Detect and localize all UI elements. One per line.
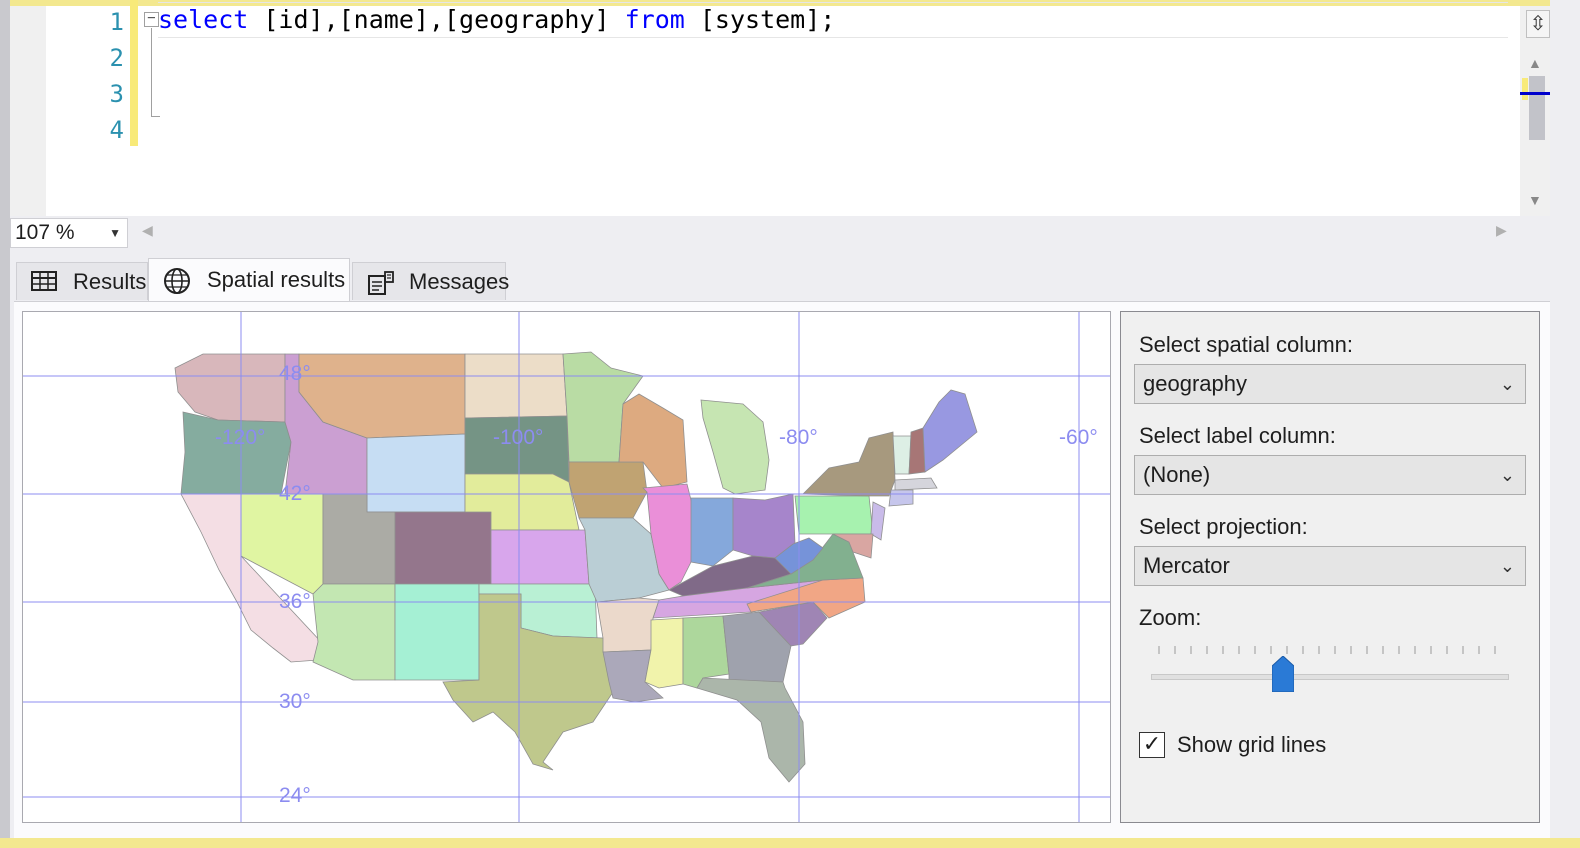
change-marker	[1522, 78, 1528, 100]
state-ohio[interactable]	[732, 493, 796, 559]
column-list: [id],[name],[geography]	[248, 5, 625, 34]
tab-spatial-results[interactable]: Spatial results	[148, 258, 350, 302]
state-new-hampshire[interactable]	[908, 427, 926, 475]
zoom-slider-thumb[interactable]	[1271, 656, 1294, 692]
tab-messages[interactable]: Messages	[352, 262, 510, 301]
dropdown-caret-icon: ▼	[109, 226, 121, 240]
lon-label: -100°	[493, 426, 544, 449]
status-strip	[0, 838, 1580, 848]
state-indiana[interactable]	[690, 497, 734, 567]
show-grid-lines-label[interactable]: Show grid lines	[1177, 732, 1326, 758]
state-michigan[interactable]	[700, 399, 770, 495]
lon-label: -80°	[779, 426, 818, 449]
right-margin	[1550, 0, 1580, 848]
states-layer	[174, 351, 978, 783]
state-massachusetts[interactable]	[894, 477, 938, 491]
lat-label: 30°	[279, 690, 311, 713]
change-indicator-bar	[130, 0, 138, 146]
state-oregon[interactable]	[180, 411, 292, 495]
code-line-1[interactable]: select [id],[name],[geography] from [sys…	[158, 2, 1508, 38]
state-alabama[interactable]	[682, 615, 730, 689]
scroll-left-icon[interactable]: ◀	[142, 222, 153, 239]
show-grid-lines-checkbox[interactable]: ✓	[1139, 732, 1165, 758]
label-column-label: Select label column:	[1139, 423, 1336, 448]
lat-label: 48°	[279, 362, 311, 385]
table-grid-icon	[31, 270, 57, 297]
state-arizona[interactable]	[312, 583, 396, 681]
lon-label: -120°	[215, 426, 266, 449]
state-new-mexico[interactable]	[394, 583, 480, 681]
label-column-select[interactable]: (None) ⌄	[1134, 455, 1526, 495]
zoom-label: Zoom:	[1139, 605, 1202, 630]
zoom-slider-track[interactable]	[1151, 674, 1509, 680]
collapse-icon[interactable]: −	[144, 11, 159, 27]
keyword-from: from	[624, 5, 685, 34]
messages-icon	[367, 270, 395, 301]
state-iowa[interactable]	[568, 461, 648, 519]
spatial-column-label: Select spatial column:	[1139, 332, 1353, 357]
lat-label: 24°	[279, 784, 311, 807]
editor-gutter	[10, 6, 46, 216]
state-maine[interactable]	[922, 389, 978, 473]
tab-results[interactable]: Results	[16, 262, 148, 300]
state-arkansas[interactable]	[596, 597, 660, 653]
keyword-select: select	[158, 5, 249, 34]
zoom-slider-ticks	[1158, 646, 1496, 654]
map-canvas[interactable]	[23, 312, 1110, 822]
spatial-map[interactable]: -120° -100° -80° -60° 48° 42° 36° 30° 24…	[22, 311, 1111, 823]
label-column-value: (None)	[1143, 462, 1211, 487]
line-number: 4	[109, 116, 124, 144]
lon-label: -60°	[1059, 426, 1098, 449]
lat-label: 36°	[279, 590, 311, 613]
spatial-column-select[interactable]: geography ⌄	[1134, 364, 1526, 404]
projection-select[interactable]: Mercator ⌄	[1134, 546, 1526, 586]
spatial-column-value: geography	[1143, 371, 1247, 396]
scroll-thumb[interactable]	[1529, 76, 1545, 140]
state-vermont[interactable]	[892, 435, 912, 475]
splitter-icon[interactable]: ⇳	[1526, 10, 1550, 38]
chevron-down-icon: ⌄	[1499, 556, 1515, 576]
tab-messages-label: Messages	[409, 269, 510, 294]
state-pennsylvania[interactable]	[794, 495, 874, 535]
spatial-options-panel: Select spatial column: geography ⌄ Selec…	[1120, 311, 1540, 823]
tab-spatial-label: Spatial results	[207, 267, 346, 292]
lat-label: 42°	[279, 482, 311, 505]
line-number: 1	[109, 8, 124, 36]
state-wyoming[interactable]	[366, 433, 466, 513]
line-number: 2	[109, 44, 124, 72]
line-number: 3	[109, 80, 124, 108]
state-kansas[interactable]	[490, 529, 590, 585]
chevron-down-icon: ⌄	[1499, 465, 1515, 485]
scroll-right-icon[interactable]: ▶	[1496, 222, 1507, 239]
state-washington[interactable]	[174, 353, 286, 423]
state-colorado[interactable]	[394, 511, 492, 585]
left-margin	[0, 0, 10, 848]
caret-position-marker	[1520, 92, 1550, 95]
projection-value: Mercator	[1143, 553, 1230, 578]
state-north-dakota[interactable]	[464, 353, 568, 419]
zoom-value: 107 %	[15, 221, 75, 244]
tab-results-label: Results	[73, 269, 147, 294]
outline-bracket	[151, 28, 160, 117]
projection-label: Select projection:	[1139, 514, 1308, 539]
table-name: [system];	[684, 5, 836, 34]
scroll-up-icon[interactable]: ▲	[1528, 55, 1542, 71]
zoom-dropdown[interactable]: 107 % ▼	[10, 218, 128, 248]
state-florida[interactable]	[696, 677, 806, 783]
state-connecticut[interactable]	[888, 489, 914, 507]
state-mississippi[interactable]	[644, 617, 684, 689]
scroll-down-icon[interactable]: ▼	[1528, 192, 1542, 208]
chevron-down-icon: ⌄	[1499, 374, 1515, 394]
editor-status-bar	[10, 216, 1520, 250]
checkmark-icon: ✓	[1142, 731, 1162, 756]
globe-icon	[163, 267, 191, 300]
